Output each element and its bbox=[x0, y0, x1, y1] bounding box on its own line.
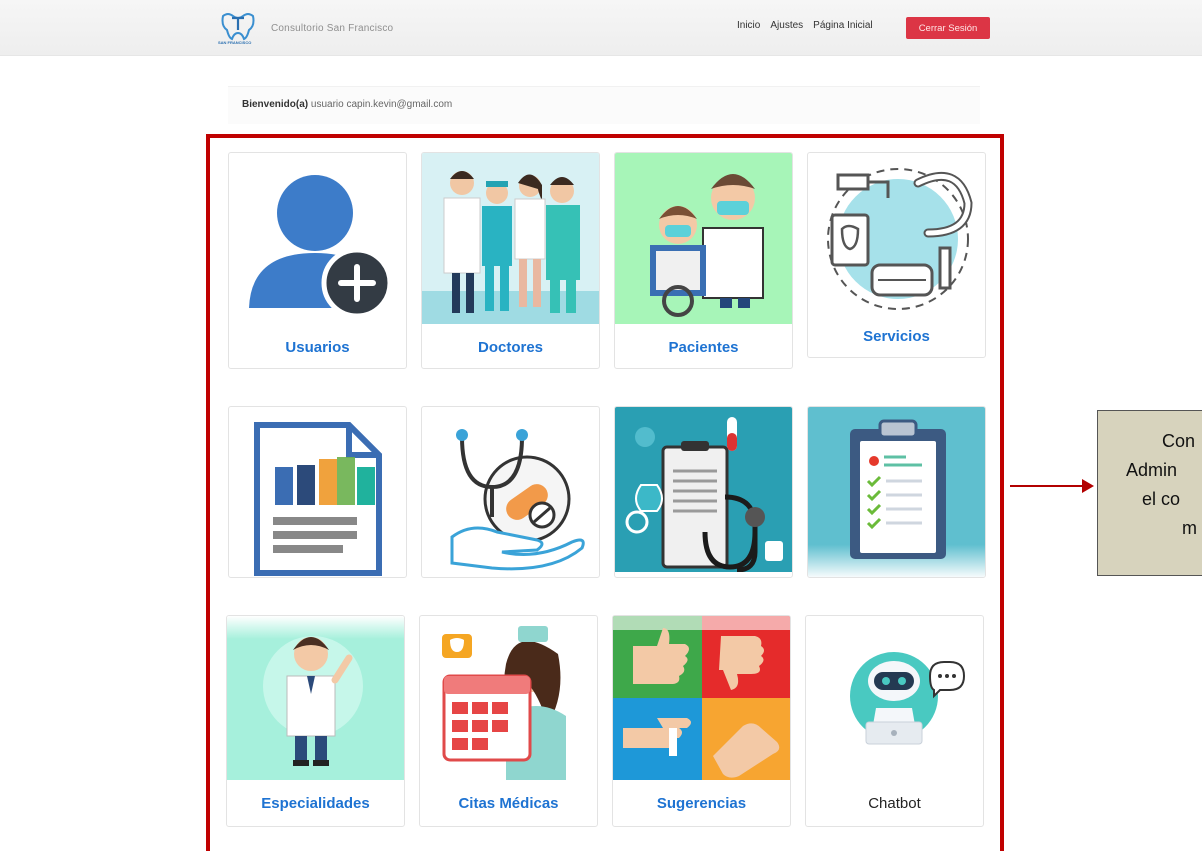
callout-line-1: Con bbox=[1162, 431, 1196, 451]
nav-link-ajustes[interactable]: Ajustes bbox=[770, 20, 803, 31]
card-historial[interactable] bbox=[614, 406, 793, 578]
checklist-clipboard-icon bbox=[808, 407, 985, 577]
card-sugerencias[interactable]: Sugerencias bbox=[612, 615, 791, 827]
navbar: SAN FRANCISCO Consultorio San Francisco … bbox=[0, 0, 1202, 56]
medical-clipboard-icon bbox=[615, 407, 792, 573]
card-doctores[interactable]: Doctores bbox=[421, 152, 600, 369]
user-add-icon bbox=[229, 153, 406, 323]
card-usuarios[interactable]: Usuarios bbox=[228, 152, 407, 369]
brand-name: Consultorio San Francisco bbox=[271, 22, 394, 34]
nav-link-pagina-inicial[interactable]: Página Inicial bbox=[813, 20, 872, 31]
card-chatbot[interactable]: Chatbot bbox=[805, 615, 984, 827]
nav-links: Inicio Ajustes Página Inicial bbox=[737, 20, 883, 31]
welcome-bar: Bienvenido(a) usuario capin.kevin@gmail.… bbox=[228, 86, 980, 124]
card-label-chatbot: Chatbot bbox=[868, 795, 921, 812]
calendar-nurse-icon bbox=[420, 616, 597, 780]
callout-arrow-head bbox=[1082, 479, 1094, 493]
card-label-usuarios: Usuarios bbox=[285, 339, 350, 356]
card-pacientes[interactable]: Pacientes bbox=[614, 152, 793, 369]
feedback-thumbs-icon bbox=[613, 616, 790, 780]
stethoscope-pills-icon bbox=[422, 407, 599, 577]
card-label-pacientes: Pacientes bbox=[668, 339, 739, 356]
card-label-especialidades: Especialidades bbox=[261, 795, 370, 812]
card-label-servicios: Servicios bbox=[863, 328, 930, 345]
doctor-waving-icon bbox=[227, 616, 404, 780]
welcome-prefix: Bienvenido(a) bbox=[242, 99, 309, 110]
logout-button[interactable]: Cerrar Sesión bbox=[906, 17, 990, 39]
card-label-doctores: Doctores bbox=[477, 339, 544, 356]
callout-line-4: m bbox=[1182, 518, 1197, 538]
card-label-sugerencias: Sugerencias bbox=[656, 795, 747, 812]
card-especialidades[interactable]: Especialidades bbox=[226, 615, 405, 827]
card-servicios[interactable]: Servicios bbox=[807, 152, 986, 358]
logo-text: SAN FRANCISCO bbox=[218, 40, 252, 45]
card-citas[interactable]: Citas Médicas bbox=[419, 615, 598, 827]
tooth-logo-icon: SAN FRANCISCO bbox=[218, 10, 262, 46]
callout-line-3: el co bbox=[1142, 489, 1181, 509]
report-document-icon bbox=[229, 407, 406, 577]
robot-chat-icon bbox=[806, 616, 983, 780]
dental-services-icon bbox=[808, 153, 985, 313]
card-recetas[interactable] bbox=[807, 406, 986, 578]
nav-link-inicio[interactable]: Inicio bbox=[737, 20, 760, 31]
callout-arrow bbox=[1010, 485, 1088, 487]
welcome-text: usuario capin.kevin@gmail.com bbox=[310, 99, 453, 110]
brand[interactable]: SAN FRANCISCO Consultorio San Francisco bbox=[218, 10, 393, 46]
callout-line-2: Admin bbox=[1126, 460, 1178, 480]
card-label-citas: Citas Médicas bbox=[458, 795, 559, 812]
card-medicamentos[interactable] bbox=[421, 406, 600, 578]
patient-doctor-icon bbox=[615, 153, 792, 324]
annotation-callout: Con Admin el co m bbox=[1097, 410, 1202, 576]
doctors-group-icon bbox=[422, 153, 599, 324]
card-reportes[interactable] bbox=[228, 406, 407, 578]
